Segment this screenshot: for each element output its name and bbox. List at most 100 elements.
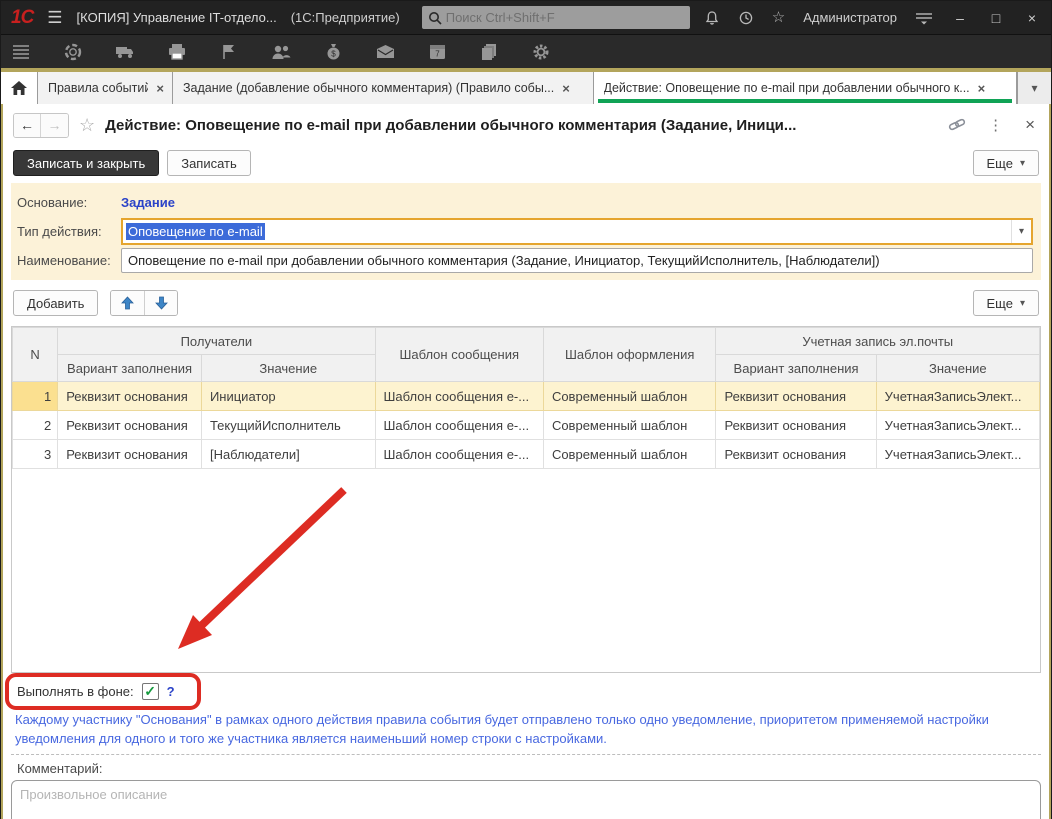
history-icon[interactable] [738, 10, 754, 26]
help-link[interactable]: ? [167, 684, 175, 699]
run-in-background-row: Выполнять в фоне: ✓ ? [11, 673, 1041, 709]
maximize-button[interactable]: □ [987, 10, 1005, 26]
app-titlebar: 1С ☰ [КОПИЯ] Управление IT-отдело... (1С… [1, 1, 1051, 34]
tab-action-email[interactable]: Действие: Оповещение по e-mail при добав… [594, 72, 1018, 104]
forward-button[interactable]: → [41, 114, 68, 137]
home-tab-button[interactable] [1, 72, 38, 104]
form-menu-kebab-icon[interactable]: ⋮ [988, 116, 1003, 134]
add-row-button[interactable]: Добавить [13, 290, 98, 316]
more-button[interactable]: Еще ▾ [973, 150, 1039, 176]
action-type-combobox[interactable]: Оповещение по e-mail ▾ [121, 218, 1033, 245]
combo-dropdown-button[interactable]: ▾ [1011, 220, 1031, 243]
cell-account-value[interactable]: УчетнаяЗаписьЭлект... [876, 411, 1039, 440]
col-header-fill-variant[interactable]: Вариант заполнения [716, 355, 876, 382]
main-toolbar: $ 7 [1, 34, 1051, 68]
name-label: Наименование: [17, 253, 121, 268]
mail-icon[interactable] [375, 42, 395, 62]
sections-menu-icon[interactable] [11, 42, 31, 62]
cell-value[interactable]: Инициатор [201, 382, 375, 411]
favorites-star-icon[interactable]: ☆ [772, 10, 785, 25]
base-link[interactable]: Задание [121, 195, 175, 210]
back-button[interactable]: ← [14, 114, 41, 137]
save-button[interactable]: Записать [167, 150, 251, 176]
table-toolbar: Добавить Еще ▾ [11, 280, 1041, 320]
recipients-table: N Получатели Шаблон сообщения Шаблон офо… [12, 327, 1040, 469]
cell-value[interactable]: [Наблюдатели] [201, 440, 375, 469]
cell-row-number[interactable]: 1 [13, 382, 58, 411]
move-up-button[interactable] [111, 291, 144, 315]
dashed-divider [11, 754, 1041, 755]
cell-row-number[interactable]: 2 [13, 411, 58, 440]
tab-list-dropdown-button[interactable]: ▾ [1017, 72, 1051, 104]
cell-value[interactable]: ТекущийИсполнитель [201, 411, 375, 440]
print-icon[interactable] [167, 42, 187, 62]
tab-task-rule[interactable]: Задание (добавление обычного комментария… [173, 72, 594, 104]
tab-label: Задание (добавление обычного комментария… [183, 81, 554, 95]
cell-account-fill-variant[interactable]: Реквизит основания [716, 382, 876, 411]
tasks-flags-icon[interactable] [219, 42, 239, 62]
finance-icon[interactable]: $ [323, 42, 343, 62]
col-header-n[interactable]: N [13, 328, 58, 382]
cell-fill-variant[interactable]: Реквизит основания [58, 382, 202, 411]
user-name[interactable]: Администратор [803, 10, 897, 25]
delivery-icon[interactable] [115, 42, 135, 62]
col-header-value[interactable]: Значение [201, 355, 375, 382]
discussions-icon[interactable] [63, 42, 83, 62]
close-button[interactable]: × [1023, 10, 1041, 26]
tab-close-icon[interactable]: × [156, 81, 164, 96]
svg-text:7: 7 [435, 50, 440, 59]
move-down-button[interactable] [144, 291, 177, 315]
save-and-close-button[interactable]: Записать и закрыть [13, 150, 159, 176]
cell-account-fill-variant[interactable]: Реквизит основания [716, 411, 876, 440]
cell-row-number[interactable]: 3 [13, 440, 58, 469]
app-kind: (1С:Предприятие) [291, 10, 400, 25]
name-input[interactable] [121, 248, 1033, 273]
cell-style-template[interactable]: Современный шаблон [543, 440, 716, 469]
settings-gear-icon[interactable] [531, 42, 551, 62]
search-input[interactable] [446, 10, 684, 25]
service-menu-icon[interactable] [915, 11, 933, 25]
cell-style-template[interactable]: Современный шаблон [543, 382, 716, 411]
table-empty-area[interactable] [12, 469, 1040, 672]
tab-event-rules[interactable]: Правила событий × [38, 72, 173, 104]
cell-account-fill-variant[interactable]: Реквизит основания [716, 440, 876, 469]
tab-strip: Правила событий × Задание (добавление об… [1, 68, 1051, 104]
get-link-icon[interactable] [948, 117, 966, 133]
cell-fill-variant[interactable]: Реквизит основания [58, 411, 202, 440]
cell-message-template[interactable]: Шаблон сообщения e-... [375, 411, 543, 440]
global-search[interactable] [422, 6, 690, 29]
cell-account-value[interactable]: УчетнаяЗаписьЭлект... [876, 382, 1039, 411]
cell-style-template[interactable]: Современный шаблон [543, 411, 716, 440]
cell-account-value[interactable]: УчетнаяЗаписьЭлект... [876, 440, 1039, 469]
col-header-email-account[interactable]: Учетная запись эл.почты [716, 328, 1040, 355]
col-header-fill-variant[interactable]: Вариант заполнения [58, 355, 202, 382]
cell-fill-variant[interactable]: Реквизит основания [58, 440, 202, 469]
cell-message-template[interactable]: Шаблон сообщения e-... [375, 382, 543, 411]
table-row[interactable]: 3 Реквизит основания [Наблюдатели] Шабло… [13, 440, 1040, 469]
calendar-icon[interactable]: 7 [427, 42, 447, 62]
table-row[interactable]: 2 Реквизит основания ТекущийИсполнитель … [13, 411, 1040, 440]
form-header: ← → ☆ Действие: Оповещение по e-mail при… [11, 104, 1041, 144]
search-icon [428, 11, 442, 25]
cell-message-template[interactable]: Шаблон сообщения e-... [375, 440, 543, 469]
fields-panel: Основание: Задание Тип действия: Оповеще… [11, 183, 1041, 280]
more-button-table[interactable]: Еще ▾ [973, 290, 1039, 316]
col-header-recipients[interactable]: Получатели [58, 328, 375, 355]
col-header-style-template[interactable]: Шаблон оформления [543, 328, 716, 382]
minimize-button[interactable]: – [951, 10, 969, 26]
favorite-star-icon[interactable]: ☆ [79, 115, 95, 136]
col-header-value[interactable]: Значение [876, 355, 1039, 382]
action-type-label: Тип действия: [17, 224, 121, 239]
comment-textarea[interactable] [11, 780, 1041, 819]
table-row[interactable]: 1 Реквизит основания Инициатор Шаблон со… [13, 382, 1040, 411]
form-close-icon[interactable]: × [1025, 115, 1035, 135]
tab-close-icon[interactable]: × [562, 81, 570, 96]
tab-close-icon[interactable]: × [978, 81, 986, 96]
hamburger-menu-icon[interactable]: ☰ [47, 8, 62, 28]
notifications-bell-icon[interactable] [704, 10, 720, 26]
users-icon[interactable] [271, 42, 291, 62]
tab-label: Правила событий [48, 81, 148, 95]
copies-icon[interactable] [479, 42, 499, 62]
col-header-message-template[interactable]: Шаблон сообщения [375, 328, 543, 382]
run-in-background-checkbox[interactable]: ✓ [142, 683, 159, 700]
